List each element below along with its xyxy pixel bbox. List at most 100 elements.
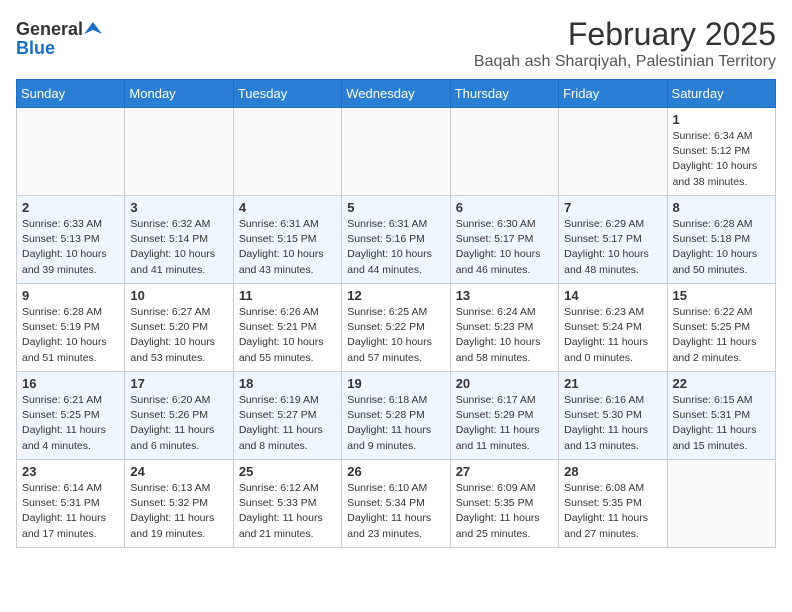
day-info: Sunrise: 6:30 AM Sunset: 5:17 PM Dayligh… (456, 217, 553, 278)
day-info: Sunrise: 6:08 AM Sunset: 5:35 PM Dayligh… (564, 481, 661, 542)
day-number: 2 (22, 200, 119, 215)
day-info: Sunrise: 6:18 AM Sunset: 5:28 PM Dayligh… (347, 393, 444, 454)
day-number: 16 (22, 376, 119, 391)
month-year: February 2025 (474, 16, 776, 53)
day-number: 13 (456, 288, 553, 303)
calendar-cell: 15Sunrise: 6:22 AM Sunset: 5:25 PM Dayli… (667, 284, 775, 372)
calendar-week-3: 9Sunrise: 6:28 AM Sunset: 5:19 PM Daylig… (17, 284, 776, 372)
day-info: Sunrise: 6:10 AM Sunset: 5:34 PM Dayligh… (347, 481, 444, 542)
day-info: Sunrise: 6:31 AM Sunset: 5:15 PM Dayligh… (239, 217, 336, 278)
weekday-header-tuesday: Tuesday (233, 80, 341, 108)
calendar-cell: 6 Sunrise: 6:30 AM Sunset: 5:17 PM Daylig… (450, 196, 558, 284)
calendar-cell: 25 Sunrise: 6:12 AM Sunset: 5:33 PM Dayli… (233, 460, 341, 548)
logo: General Blue (16, 20, 102, 59)
day-info: Sunrise: 6:28 AM Sunset: 5:18 PM Dayligh… (673, 217, 770, 278)
day-number: 25 (239, 464, 336, 479)
calendar-cell: 17 Sunrise: 6:20 AM Sunset: 5:26 PM Dayli… (125, 372, 233, 460)
calendar-cell: 9Sunrise: 6:28 AM Sunset: 5:19 PM Daylig… (17, 284, 125, 372)
day-number: 26 (347, 464, 444, 479)
day-number: 27 (456, 464, 553, 479)
day-info: Sunrise: 6:13 AM Sunset: 5:32 PM Dayligh… (130, 481, 227, 542)
calendar-cell: 26 Sunrise: 6:10 AM Sunset: 5:34 PM Dayli… (342, 460, 450, 548)
day-number: 8 (673, 200, 770, 215)
calendar-week-2: 2 Sunrise: 6:33 AM Sunset: 5:13 PM Daylig… (17, 196, 776, 284)
weekday-header-wednesday: Wednesday (342, 80, 450, 108)
day-info: Sunrise: 6:32 AM Sunset: 5:14 PM Dayligh… (130, 217, 227, 278)
calendar-cell (342, 108, 450, 196)
calendar-cell: 16 Sunrise: 6:21 AM Sunset: 5:25 PM Dayli… (17, 372, 125, 460)
day-number: 28 (564, 464, 661, 479)
calendar-cell: 7Sunrise: 6:29 AM Sunset: 5:17 PM Daylig… (559, 196, 667, 284)
weekday-header-monday: Monday (125, 80, 233, 108)
day-info: Sunrise: 6:31 AM Sunset: 5:16 PM Dayligh… (347, 217, 444, 278)
calendar-cell: 13 Sunrise: 6:24 AM Sunset: 5:23 PM Dayli… (450, 284, 558, 372)
location: Baqah ash Sharqiyah, Palestinian Territo… (474, 53, 776, 71)
day-info: Sunrise: 6:14 AM Sunset: 5:31 PM Dayligh… (22, 481, 119, 542)
calendar-cell: 10 Sunrise: 6:27 AM Sunset: 5:20 PM Dayli… (125, 284, 233, 372)
calendar-cell: 18 Sunrise: 6:19 AM Sunset: 5:27 PM Dayli… (233, 372, 341, 460)
weekday-header-thursday: Thursday (450, 80, 558, 108)
day-info: Sunrise: 6:29 AM Sunset: 5:17 PM Dayligh… (564, 217, 661, 278)
title-block: February 2025 Baqah ash Sharqiyah, Pales… (474, 16, 776, 71)
calendar-week-4: 16 Sunrise: 6:21 AM Sunset: 5:25 PM Dayli… (17, 372, 776, 460)
day-number: 18 (239, 376, 336, 391)
weekday-header-row: SundayMondayTuesdayWednesdayThursdayFrid… (17, 80, 776, 108)
day-number: 4 (239, 200, 336, 215)
day-number: 11 (239, 288, 336, 303)
day-info: Sunrise: 6:20 AM Sunset: 5:26 PM Dayligh… (130, 393, 227, 454)
day-info: Sunrise: 6:21 AM Sunset: 5:25 PM Dayligh… (22, 393, 119, 454)
calendar-cell: 5 Sunrise: 6:31 AM Sunset: 5:16 PM Daylig… (342, 196, 450, 284)
logo-blue-text: Blue (16, 38, 55, 59)
day-info: Sunrise: 6:33 AM Sunset: 5:13 PM Dayligh… (22, 217, 119, 278)
day-number: 6 (456, 200, 553, 215)
calendar-week-1: 1Sunrise: 6:34 AM Sunset: 5:12 PM Daylig… (17, 108, 776, 196)
calendar-cell: 1Sunrise: 6:34 AM Sunset: 5:12 PM Daylig… (667, 108, 775, 196)
calendar-cell: 27 Sunrise: 6:09 AM Sunset: 5:35 PM Dayli… (450, 460, 558, 548)
weekday-header-friday: Friday (559, 80, 667, 108)
calendar-cell: 24Sunrise: 6:13 AM Sunset: 5:32 PM Dayli… (125, 460, 233, 548)
calendar-cell: 28 Sunrise: 6:08 AM Sunset: 5:35 PM Dayli… (559, 460, 667, 548)
logo-bird-icon (84, 20, 102, 38)
calendar-cell: 19Sunrise: 6:18 AM Sunset: 5:28 PM Dayli… (342, 372, 450, 460)
page-header: General Blue February 2025 Baqah ash Sha… (16, 16, 776, 71)
day-number: 10 (130, 288, 227, 303)
day-number: 5 (347, 200, 444, 215)
calendar-cell: 3 Sunrise: 6:32 AM Sunset: 5:14 PM Daylig… (125, 196, 233, 284)
day-info: Sunrise: 6:26 AM Sunset: 5:21 PM Dayligh… (239, 305, 336, 366)
day-info: Sunrise: 6:27 AM Sunset: 5:20 PM Dayligh… (130, 305, 227, 366)
day-info: Sunrise: 6:12 AM Sunset: 5:33 PM Dayligh… (239, 481, 336, 542)
day-info: Sunrise: 6:09 AM Sunset: 5:35 PM Dayligh… (456, 481, 553, 542)
day-info: Sunrise: 6:16 AM Sunset: 5:30 PM Dayligh… (564, 393, 661, 454)
day-number: 23 (22, 464, 119, 479)
calendar-cell: 8 Sunrise: 6:28 AM Sunset: 5:18 PM Daylig… (667, 196, 775, 284)
day-number: 21 (564, 376, 661, 391)
day-info: Sunrise: 6:22 AM Sunset: 5:25 PM Dayligh… (673, 305, 770, 366)
calendar-cell: 2 Sunrise: 6:33 AM Sunset: 5:13 PM Daylig… (17, 196, 125, 284)
day-number: 17 (130, 376, 227, 391)
day-number: 20 (456, 376, 553, 391)
day-number: 14 (564, 288, 661, 303)
day-info: Sunrise: 6:19 AM Sunset: 5:27 PM Dayligh… (239, 393, 336, 454)
calendar-cell: 12Sunrise: 6:25 AM Sunset: 5:22 PM Dayli… (342, 284, 450, 372)
calendar-cell: 22 Sunrise: 6:15 AM Sunset: 5:31 PM Dayli… (667, 372, 775, 460)
calendar-cell (233, 108, 341, 196)
day-info: Sunrise: 6:24 AM Sunset: 5:23 PM Dayligh… (456, 305, 553, 366)
calendar-table: SundayMondayTuesdayWednesdayThursdayFrid… (16, 79, 776, 548)
calendar-cell: 20Sunrise: 6:17 AM Sunset: 5:29 PM Dayli… (450, 372, 558, 460)
day-number: 1 (673, 112, 770, 127)
calendar-cell (125, 108, 233, 196)
day-number: 22 (673, 376, 770, 391)
calendar-cell: 21 Sunrise: 6:16 AM Sunset: 5:30 PM Dayli… (559, 372, 667, 460)
calendar-cell (17, 108, 125, 196)
calendar-cell: 4 Sunrise: 6:31 AM Sunset: 5:15 PM Daylig… (233, 196, 341, 284)
calendar-cell (450, 108, 558, 196)
day-number: 9 (22, 288, 119, 303)
day-info: Sunrise: 6:15 AM Sunset: 5:31 PM Dayligh… (673, 393, 770, 454)
day-number: 12 (347, 288, 444, 303)
calendar-cell: 11 Sunrise: 6:26 AM Sunset: 5:21 PM Dayli… (233, 284, 341, 372)
calendar-cell: 23 Sunrise: 6:14 AM Sunset: 5:31 PM Dayli… (17, 460, 125, 548)
day-number: 3 (130, 200, 227, 215)
logo-general: General (16, 20, 83, 38)
calendar-week-5: 23 Sunrise: 6:14 AM Sunset: 5:31 PM Dayli… (17, 460, 776, 548)
weekday-header-saturday: Saturday (667, 80, 775, 108)
